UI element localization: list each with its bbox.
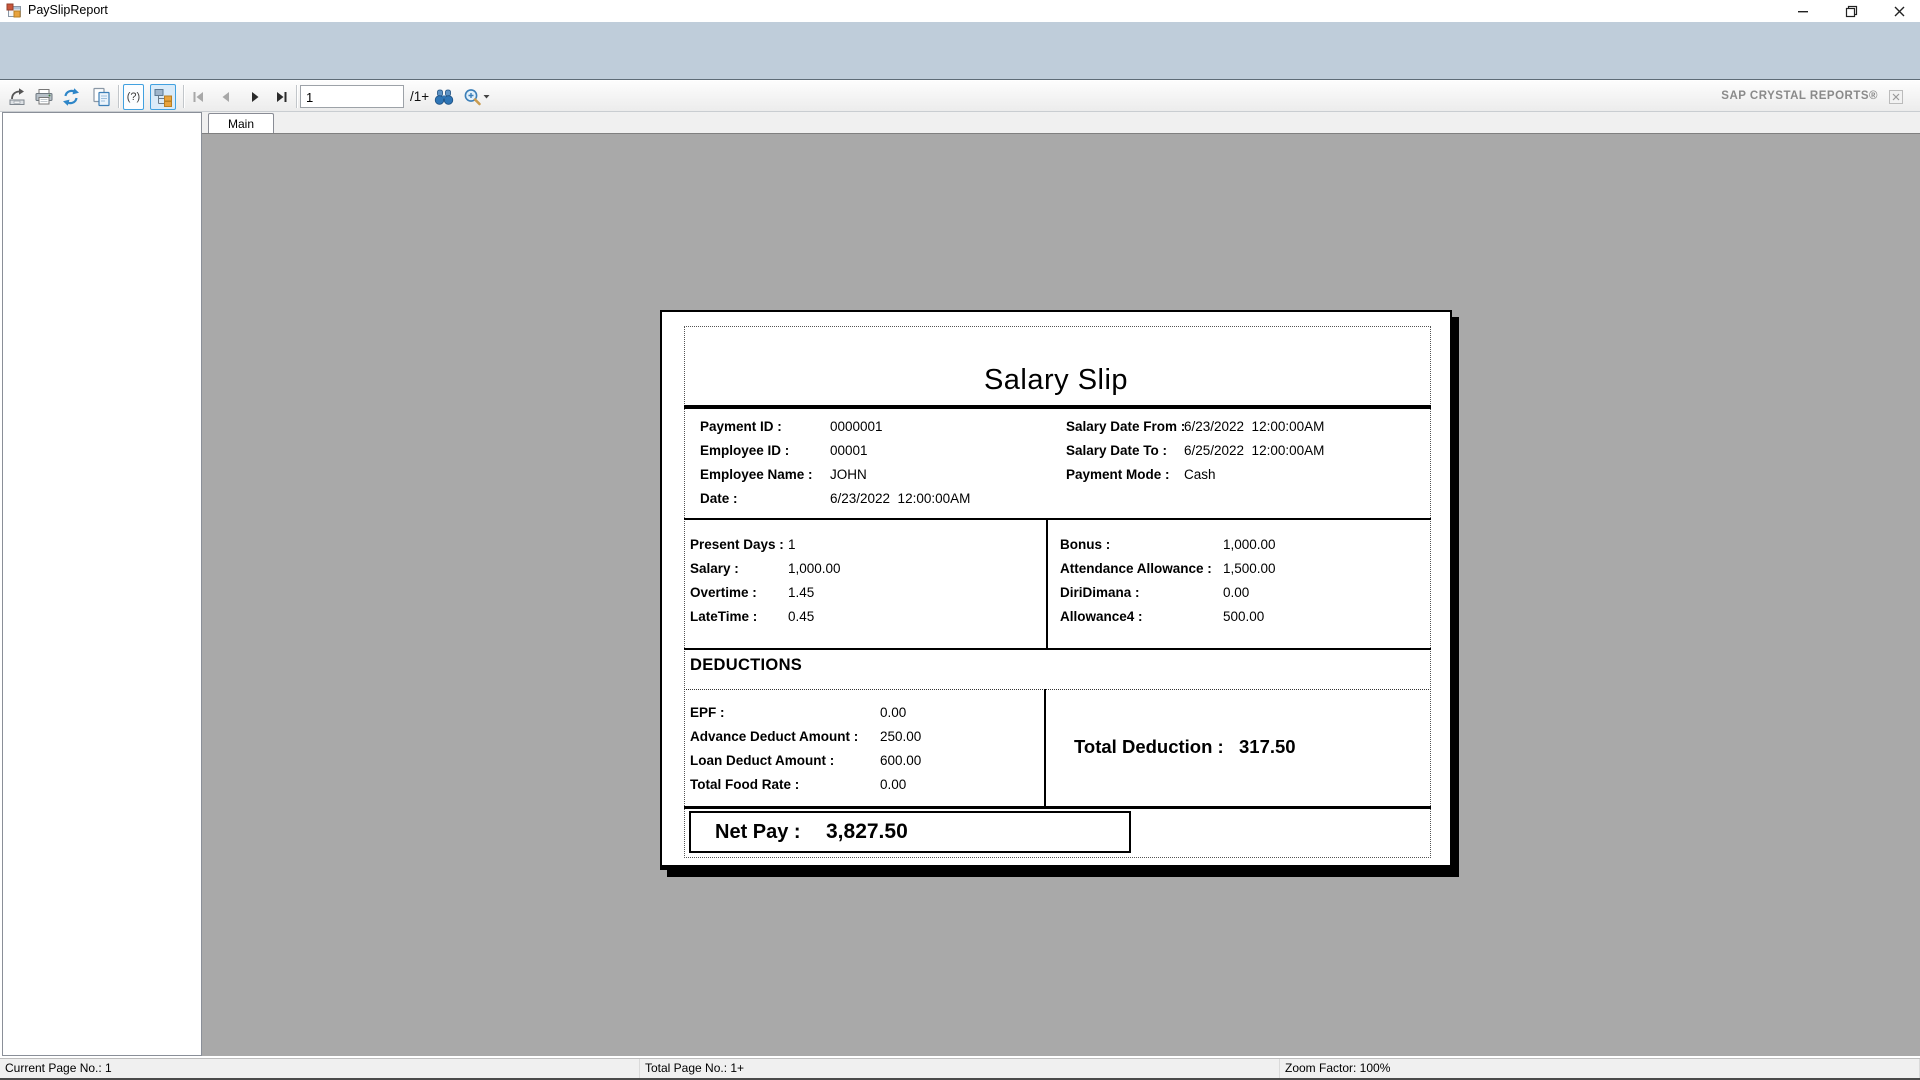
title-bar: PaySlipReport	[0, 0, 1920, 22]
group-tree-panel[interactable]	[2, 112, 202, 1056]
divider	[684, 806, 1431, 809]
application-window: PaySlipReport	[0, 0, 1920, 1080]
crystal-toolbar: (?)	[0, 81, 1920, 112]
field-value: 00001	[830, 439, 868, 463]
zoom-dropdown-arrow-icon	[483, 95, 489, 99]
restore-button[interactable]	[1834, 0, 1868, 22]
status-zoom-factor: Zoom Factor: 100%	[1280, 1059, 1920, 1078]
field-value: 1	[788, 533, 796, 557]
field-label: DiriDimana :	[1060, 581, 1140, 605]
status-total-page: Total Page No.: 1+	[640, 1059, 1280, 1078]
brand-close-button[interactable]	[1889, 90, 1903, 104]
app-icon	[6, 3, 22, 19]
field-value: 317.50	[1239, 732, 1296, 762]
first-page-icon	[190, 89, 206, 105]
field-value: 0.00	[1223, 581, 1249, 605]
find-text-button[interactable]	[432, 86, 456, 108]
divider	[684, 648, 1431, 650]
last-page-icon	[274, 89, 290, 105]
divider	[1046, 518, 1048, 650]
toggle-parameter-panel-button[interactable]: (?)	[123, 84, 144, 110]
field-value: 0.00	[880, 701, 906, 725]
toggle-parameter-panel-icon: (?)	[127, 91, 140, 103]
field-label: Overtime :	[690, 581, 757, 605]
divider	[684, 518, 1431, 520]
status-bar: Current Page No.: 1 Total Page No.: 1+ Z…	[0, 1058, 1920, 1080]
export-report-icon	[7, 87, 27, 107]
refresh-icon	[61, 87, 81, 107]
field-value: 1,000.00	[788, 557, 841, 581]
field-value: Cash	[1184, 463, 1216, 487]
field-value: JOHN	[830, 463, 867, 487]
field-label: Total Food Rate :	[690, 773, 799, 797]
toggle-group-tree-button[interactable]	[150, 84, 176, 110]
net-pay-box: Net Pay : 3,827.50	[689, 811, 1131, 853]
tab-main-report[interactable]: Main Report	[208, 113, 274, 133]
field-label: Present Days :	[690, 533, 784, 557]
page-total-label: /1+	[410, 81, 429, 112]
field-label: Total Deduction :	[1074, 732, 1224, 762]
field-label: Salary :	[690, 557, 739, 581]
field-label: Payment ID :	[700, 415, 782, 439]
field-label: EPF :	[690, 701, 725, 725]
field-value: 6/25/2022 12:00:00AM	[1184, 439, 1324, 463]
previous-page-icon	[218, 89, 234, 105]
divider	[684, 689, 1431, 690]
zoom-button[interactable]	[460, 86, 492, 108]
refresh-button[interactable]	[60, 86, 82, 108]
report-title: Salary Slip	[662, 364, 1450, 397]
field-label: Employee ID :	[700, 439, 789, 463]
minimize-button[interactable]	[1786, 0, 1820, 22]
field-label: Attendance Allowance :	[1060, 557, 1212, 581]
field-value: 1.45	[788, 581, 814, 605]
field-value: 1,000.00	[1223, 533, 1276, 557]
next-page-icon	[247, 89, 263, 105]
brand-close-icon	[1889, 90, 1903, 104]
field-value: 0.00	[880, 773, 906, 797]
form-header-band	[0, 22, 1920, 80]
field-value: 0.45	[788, 605, 814, 629]
report-tab-strip: Main Report	[202, 112, 1920, 133]
export-report-button[interactable]	[6, 86, 28, 108]
field-label: Salary Date To :	[1066, 439, 1167, 463]
zoom-icon	[462, 87, 491, 107]
field-value: 0000001	[830, 415, 883, 439]
field-label: Salary Date From :	[1066, 415, 1185, 439]
field-value: 6/23/2022 12:00:00AM	[1184, 415, 1324, 439]
copy-icon	[91, 87, 112, 107]
print-report-button[interactable]	[33, 86, 55, 108]
page-number-input[interactable]	[300, 85, 404, 108]
field-value: 500.00	[1223, 605, 1264, 629]
next-page-button[interactable]	[245, 86, 265, 108]
total-deduction-row: Total Deduction : 317.50	[662, 732, 1450, 762]
field-label: Allowance4 :	[1060, 605, 1143, 629]
field-label: Bonus :	[1060, 533, 1110, 557]
toolbar-separator	[296, 85, 297, 108]
field-value: 1,500.00	[1223, 557, 1276, 581]
field-label: Date :	[700, 487, 738, 511]
toolbar-separator	[183, 85, 184, 108]
window-title: PaySlipReport	[28, 3, 108, 17]
field-label: Employee Name :	[700, 463, 813, 487]
toggle-group-tree-icon	[154, 88, 173, 107]
deductions-heading: DEDUCTIONS	[690, 656, 802, 675]
status-current-page: Current Page No.: 1	[0, 1059, 640, 1078]
field-label: Payment Mode :	[1066, 463, 1170, 487]
first-page-button[interactable]	[188, 86, 208, 108]
print-report-icon	[34, 87, 54, 107]
toolbar-separator	[118, 85, 119, 108]
last-page-button[interactable]	[272, 86, 292, 108]
report-viewer-area: Salary Slip Payment ID : 0000001 Employe…	[202, 133, 1920, 1056]
brand-label: SAP CRYSTAL REPORTS®	[1721, 81, 1878, 112]
net-pay-value: 3,827.50	[826, 813, 908, 851]
divider	[684, 405, 1431, 409]
close-button[interactable]	[1882, 0, 1916, 22]
net-pay-label: Net Pay :	[715, 813, 801, 851]
previous-page-button[interactable]	[216, 86, 236, 108]
copy-button[interactable]	[89, 86, 113, 108]
field-label: LateTime :	[690, 605, 757, 629]
report-page: Salary Slip Payment ID : 0000001 Employe…	[660, 310, 1452, 870]
field-value: 6/23/2022 12:00:00AM	[830, 487, 970, 511]
find-text-icon	[433, 88, 455, 106]
